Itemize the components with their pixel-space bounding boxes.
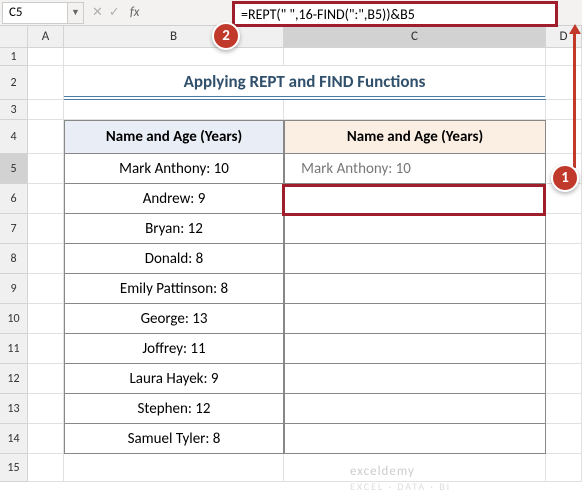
cell-b8[interactable]: Donald: 8: [64, 244, 284, 274]
cell-b13[interactable]: Stephen: 12: [64, 394, 284, 424]
cell-a12[interactable]: [28, 364, 64, 394]
formula-bar-row: C5 ▼ ✕ ✓ fx =REPT(" ",16-FIND(":",B5))&B…: [0, 0, 582, 26]
formula-bar-buttons: ✕ ✓ fx: [92, 5, 139, 20]
row-header-7[interactable]: 7: [0, 214, 28, 244]
cell-d1[interactable]: [546, 48, 582, 66]
cell-a1[interactable]: [28, 48, 64, 66]
col-header-a[interactable]: A: [28, 26, 64, 48]
row-header-2[interactable]: 2: [0, 66, 28, 100]
cell-d2[interactable]: [546, 66, 582, 100]
cell-c8[interactable]: [284, 244, 546, 274]
row-header-14[interactable]: 14: [0, 424, 28, 454]
cell-c3[interactable]: [284, 100, 546, 120]
row-header-12[interactable]: 12: [0, 364, 28, 394]
row-header-11[interactable]: 11: [0, 334, 28, 364]
cell-d8[interactable]: [546, 244, 582, 274]
cell-a10[interactable]: [28, 304, 64, 334]
cell-d10[interactable]: [546, 304, 582, 334]
cell-a15[interactable]: [28, 454, 64, 482]
cell-c7[interactable]: [284, 214, 546, 244]
cell-b12[interactable]: Laura Hayek: 9: [64, 364, 284, 394]
cell-d12[interactable]: [546, 364, 582, 394]
cell-a5[interactable]: [28, 154, 64, 184]
cancel-icon[interactable]: ✕: [92, 5, 103, 20]
cell-c5[interactable]: Mark Anthony: 10: [284, 154, 546, 184]
cell-d15[interactable]: [546, 454, 582, 482]
cell-d4[interactable]: [546, 120, 582, 154]
cell-a4[interactable]: [28, 120, 64, 154]
col-header-c[interactable]: C: [284, 26, 546, 48]
arrow-line: [573, 28, 576, 168]
cell-a11[interactable]: [28, 334, 64, 364]
title-cell[interactable]: Applying REPT and FIND Functions: [64, 66, 546, 100]
callout-1: 1: [551, 164, 579, 192]
cell-a7[interactable]: [28, 214, 64, 244]
callout-2: 2: [212, 22, 240, 50]
cell-a2[interactable]: [28, 66, 64, 100]
enter-icon[interactable]: ✓: [109, 5, 120, 20]
cell-b5[interactable]: Mark Anthony: 10: [64, 154, 284, 184]
row-header-3[interactable]: 3: [0, 100, 28, 120]
row-header-6[interactable]: 6: [0, 184, 28, 214]
cell-b11[interactable]: Joffrey: 11: [64, 334, 284, 364]
watermark: exceldemy: [350, 464, 415, 479]
cell-d14[interactable]: [546, 424, 582, 454]
row-header-9[interactable]: 9: [0, 274, 28, 304]
page-title: Applying REPT and FIND Functions: [184, 71, 426, 92]
cell-c13[interactable]: [284, 394, 546, 424]
row-header-1[interactable]: 1: [0, 48, 28, 66]
cell-c15[interactable]: [284, 454, 546, 482]
callout-2-label: 2: [222, 27, 230, 45]
select-all-corner[interactable]: [0, 26, 28, 48]
cell-a8[interactable]: [28, 244, 64, 274]
row-header-8[interactable]: 8: [0, 244, 28, 274]
cell-c10[interactable]: [284, 304, 546, 334]
cell-c12[interactable]: [284, 364, 546, 394]
row-header-13[interactable]: 13: [0, 394, 28, 424]
cell-d3[interactable]: [546, 100, 582, 120]
cell-a14[interactable]: [28, 424, 64, 454]
cell-c6[interactable]: [284, 184, 546, 214]
cell-b14[interactable]: Samuel Tyler: 8: [64, 424, 284, 454]
cell-c9[interactable]: [284, 274, 546, 304]
cell-b10[interactable]: George: 13: [64, 304, 284, 334]
row-header-4[interactable]: 4: [0, 120, 28, 154]
cell-d13[interactable]: [546, 394, 582, 424]
arrow-head-icon: [569, 24, 581, 34]
name-box-dropdown[interactable]: ▼: [68, 2, 84, 24]
formula-bar[interactable]: =REPT(" ",16-FIND(":",B5))&B5: [232, 1, 558, 27]
cell-d7[interactable]: [546, 214, 582, 244]
col-header-b[interactable]: B: [64, 26, 284, 48]
cell-c1[interactable]: [284, 48, 546, 66]
cell-c14[interactable]: [284, 424, 546, 454]
cell-a9[interactable]: [28, 274, 64, 304]
cell-d11[interactable]: [546, 334, 582, 364]
name-box[interactable]: C5: [2, 2, 68, 24]
name-box-value: C5: [9, 5, 23, 20]
cell-b3[interactable]: [64, 100, 284, 120]
callout-1-label: 1: [561, 169, 569, 187]
row-header-10[interactable]: 10: [0, 304, 28, 334]
cell-b6[interactable]: Andrew: 9: [64, 184, 284, 214]
table-header-b[interactable]: Name and Age (Years): [64, 120, 284, 154]
chevron-down-icon: ▼: [71, 7, 80, 18]
cell-a6[interactable]: [28, 184, 64, 214]
cell-b1[interactable]: [64, 48, 284, 66]
cell-a3[interactable]: [28, 100, 64, 120]
table-header-c[interactable]: Name and Age (Years): [284, 120, 546, 154]
cell-b15[interactable]: [64, 454, 284, 482]
cell-a13[interactable]: [28, 394, 64, 424]
formula-bar-text: =REPT(" ",16-FIND(":",B5))&B5: [241, 6, 415, 23]
worksheet-grid[interactable]: A B C D 1 2 Applying REPT and FIND Funct…: [0, 26, 582, 482]
cell-c11[interactable]: [284, 334, 546, 364]
watermark-sub: EXCEL · DATA · BI: [350, 480, 451, 493]
row-header-15[interactable]: 15: [0, 454, 28, 482]
fx-icon[interactable]: fx: [130, 5, 140, 20]
cell-b7[interactable]: Bryan: 12: [64, 214, 284, 244]
cell-d9[interactable]: [546, 274, 582, 304]
cell-b9[interactable]: Emily Pattinson: 8: [64, 274, 284, 304]
row-header-5[interactable]: 5: [0, 154, 28, 184]
